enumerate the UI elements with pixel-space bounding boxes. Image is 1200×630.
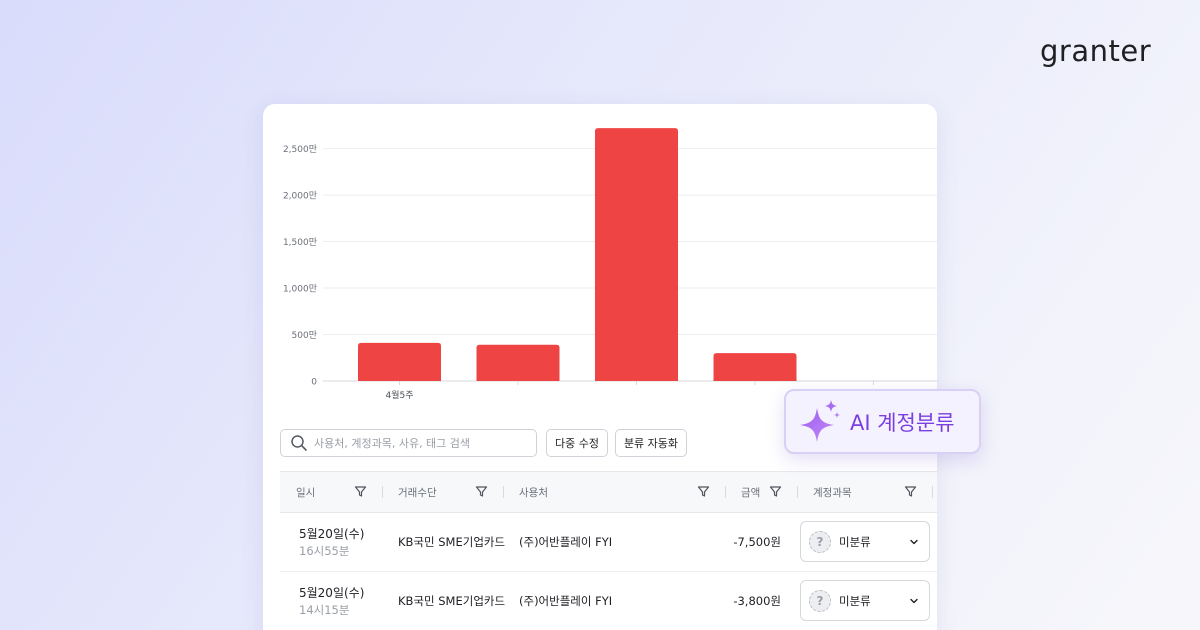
header-method: 거래수단	[398, 486, 437, 499]
bar-chart: 0 500만 1,000만 1,500만 2,000만 2,500만 4월5주	[283, 128, 937, 401]
y-tick-label: 2,000만	[283, 191, 317, 202]
granter-logo: granter	[1040, 34, 1152, 68]
row-amount: -7,500원	[733, 535, 781, 549]
y-tick-label: 2,500만	[283, 144, 317, 155]
account-category-value: 미분류	[839, 593, 871, 608]
account-category-value: 미분류	[839, 534, 871, 549]
method-filter-icon[interactable]	[475, 485, 488, 498]
account-category-select[interactable]: ? 미분류	[800, 521, 930, 562]
row-payment-method: KB국민 SME기업카드	[398, 535, 506, 549]
y-tick-label: 1,500만	[283, 237, 317, 248]
chevron-down-icon	[910, 598, 918, 603]
y-tick-label: 1,000만	[283, 284, 317, 295]
search-input[interactable]	[314, 431, 536, 455]
bar	[358, 342, 441, 381]
row-time: 14시15분	[299, 603, 350, 617]
amount-filter-icon[interactable]	[769, 485, 782, 498]
auto-classify-button[interactable]: 분류 자동화	[615, 429, 687, 457]
question-icon: ?	[809, 530, 831, 553]
row-payment-method: KB국민 SME기업카드	[398, 594, 506, 608]
table-row[interactable]: 5월20일(수) 14시15분 KB국민 SME기업카드 (주)어반플레이 FY…	[280, 572, 937, 630]
x-tick-label: 4월5주	[385, 389, 413, 401]
column-divider[interactable]	[503, 486, 504, 498]
table-header: 일시 거래수단 사용처 금액 계정과목	[280, 471, 937, 513]
y-tick-label: 500만	[292, 330, 317, 341]
account-filter-icon[interactable]	[904, 485, 917, 498]
row-date: 5월20일(수)	[299, 586, 365, 600]
row-merchant: (주)어반플레이 FYI	[519, 594, 613, 608]
row-date: 5월20일(수)	[299, 527, 365, 541]
question-icon: ?	[809, 589, 831, 612]
header-account: 계정과목	[813, 486, 852, 499]
row-time: 16시55분	[299, 544, 350, 558]
header-amount: 금액	[741, 486, 761, 499]
bar	[595, 128, 678, 381]
column-divider[interactable]	[382, 486, 383, 498]
table-row[interactable]: 5월20일(수) 16시55분 KB국민 SME기업카드 (주)어반플레이 FY…	[280, 513, 937, 572]
search-box[interactable]	[280, 429, 537, 457]
ai-badge-label: AI 계정분류	[850, 410, 955, 435]
header-merchant: 사용처	[519, 486, 548, 499]
account-category-select[interactable]: ? 미분류	[800, 580, 930, 621]
header-date: 일시	[296, 486, 316, 499]
y-tick-label: 0	[311, 378, 317, 388]
bar	[476, 344, 560, 381]
row-merchant: (주)어반플레이 FYI	[519, 535, 613, 549]
date-filter-icon[interactable]	[354, 485, 367, 498]
chevron-down-icon	[910, 539, 918, 544]
column-divider[interactable]	[797, 486, 798, 498]
bar	[713, 353, 797, 381]
column-divider[interactable]	[932, 486, 933, 498]
search-icon	[291, 435, 307, 451]
sparkle-icon	[800, 399, 840, 442]
dashboard-card: 0500만1,000만1,500만2,000만2,500만4월5주 다중 수정 …	[263, 104, 937, 630]
row-amount: -3,800원	[733, 594, 781, 608]
multi-edit-button[interactable]: 다중 수정	[546, 429, 608, 457]
column-divider[interactable]	[725, 486, 726, 498]
ai-account-classify-badge[interactable]: AI 계정분류	[784, 389, 981, 454]
merchant-filter-icon[interactable]	[697, 485, 710, 498]
